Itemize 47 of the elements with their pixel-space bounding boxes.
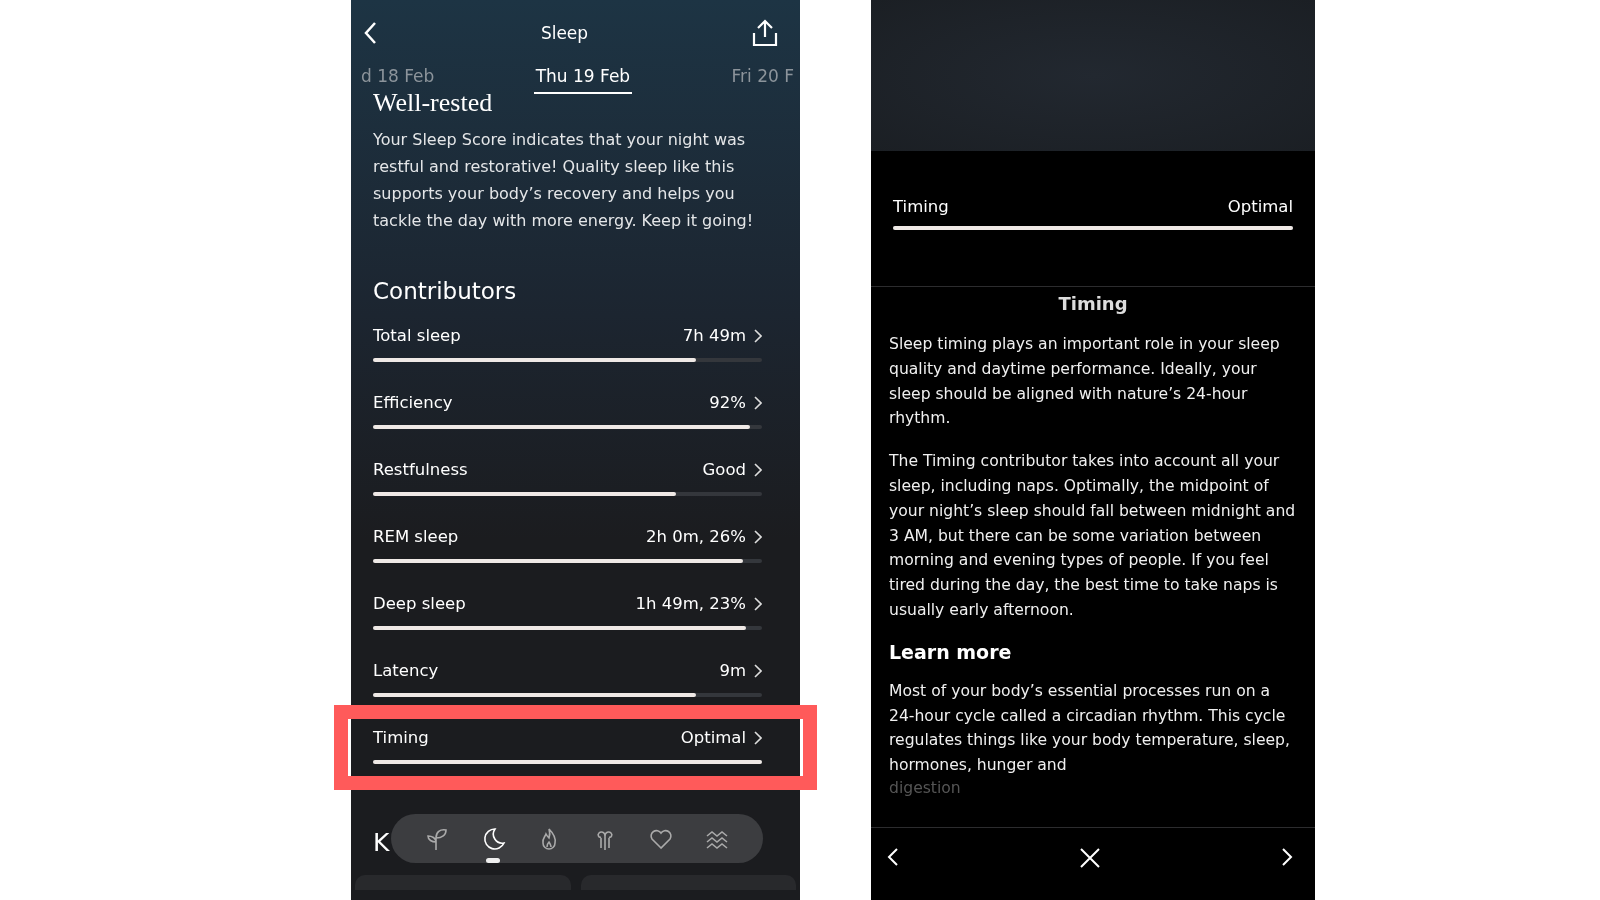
contributor-row[interactable]: Timing Optimal <box>334 705 817 790</box>
chevron-icon[interactable] <box>754 395 762 410</box>
body-text: Most of your body’s essential processes run on a 24-hour cycle called a circadian rhythm. This cycle regulates things like your body temperature, sleep, hormones, hunger and <box>889 680 1291 777</box>
contributor-value: Optimal <box>680 728 746 747</box>
chevron-icon[interactable] <box>754 663 762 678</box>
share-icon[interactable] <box>752 19 778 47</box>
contributor-row[interactable]: Efficiency 92% <box>373 393 762 429</box>
date-tab[interactable]: Fri 20 F <box>731 64 794 94</box>
contributor-value: 9m <box>719 661 746 680</box>
date-tab[interactable]: Thu 19 Feb <box>533 64 633 94</box>
faded-text: digestion <box>889 777 962 798</box>
sheet-title: Timing <box>1057 293 1129 314</box>
contributor-row[interactable]: Latency 9m <box>373 661 762 697</box>
section-title: Learn more <box>889 640 1013 663</box>
contributor-name[interactable]: Total sleep <box>373 326 675 345</box>
contributor-name[interactable]: Timing <box>373 728 673 747</box>
contributor-value: 92% <box>709 393 746 412</box>
chevron-icon[interactable] <box>754 529 762 544</box>
contributor-name[interactable]: REM sleep <box>373 527 639 546</box>
contributor-name[interactable]: Efficiency <box>373 393 702 412</box>
next-icon[interactable] <box>1281 847 1293 867</box>
contributor-name[interactable]: Deep sleep <box>373 594 628 613</box>
contributor-value: Optimal <box>1227 197 1293 216</box>
contributor-row[interactable]: Total sleep 7h 49m <box>373 326 762 362</box>
contributor-name[interactable]: Latency <box>373 661 712 680</box>
close-icon[interactable] <box>1079 847 1101 869</box>
body-text: Sleep timing plays an important role in your sleep quality and daytime performance. Ideally, your sleep should be aligned with nature’s 24-hour rhythm. <box>889 334 1281 430</box>
contributor-row[interactable]: REM sleep 2h 0m, 26% <box>373 527 762 563</box>
screen-title: Sleep <box>540 23 589 43</box>
chevron-icon[interactable] <box>754 328 762 343</box>
contributor-value: 7h 49m <box>682 326 746 345</box>
contributor-row[interactable]: Deep sleep 1h 49m, 23% <box>373 594 762 630</box>
summary-text: Your Sleep Score indicates that your night was restful and restorative! Quality sleep like this supports your body’s recovery and helps you tackle the day with more energy. Keep it going! <box>372 129 755 232</box>
back-icon[interactable] <box>363 21 377 45</box>
section-title: K <box>373 828 390 857</box>
body-text: The Timing contributor takes into account all your sleep, including naps. Optimally, the midpoint of your night’s sleep should fall between midnight and 3 AM, but there can be some variation between morning and evening types of people. If you feel tired during the day, the best time to take naps is usually early afternoon. <box>889 451 1297 621</box>
contributor-value: 2h 0m, 26% <box>646 527 746 546</box>
chevron-icon[interactable] <box>754 730 762 745</box>
chevron-icon[interactable] <box>754 462 762 477</box>
contributor-value: Good <box>702 460 746 479</box>
chevron-icon[interactable] <box>754 596 762 611</box>
contributor-name[interactable]: Restfulness <box>373 460 695 479</box>
previous-icon[interactable] <box>887 847 899 867</box>
contributor-value: 1h 49m, 23% <box>635 594 746 613</box>
contributor-row[interactable]: Restfulness Good <box>373 460 762 496</box>
section-title: Contributors <box>372 278 518 304</box>
contributor-name: Timing <box>893 197 950 216</box>
